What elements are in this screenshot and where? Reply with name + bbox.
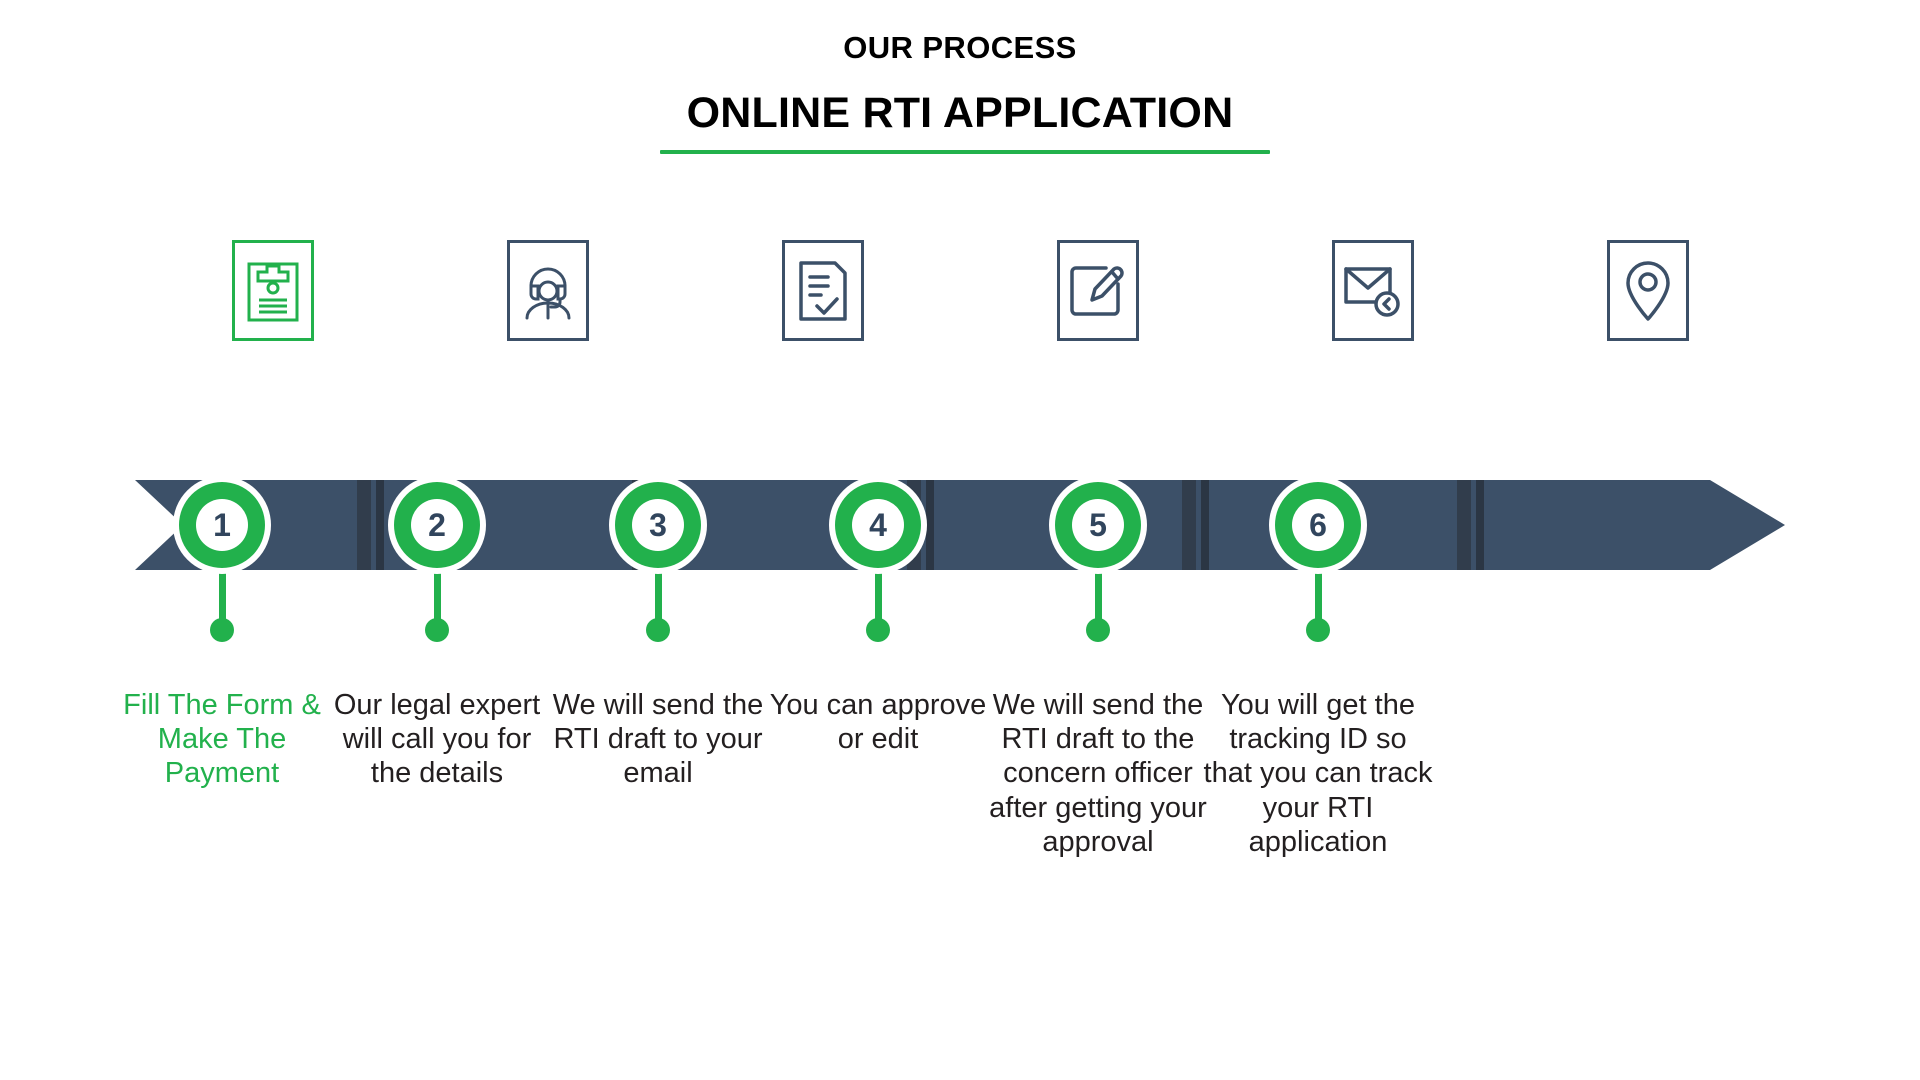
edit-pencil-square-icon xyxy=(1068,260,1128,322)
step-connector-dot-1 xyxy=(210,618,234,642)
step-caption-6: You will get the tracking ID so that you… xyxy=(1203,689,1433,858)
document-checkmark-icon xyxy=(795,259,851,323)
step-number-1: 1 xyxy=(196,499,248,551)
step-icon-box-1[interactable] xyxy=(231,240,314,341)
process-infographic: OUR PROCESS ONLINE RTI APPLICATION 1 Fil… xyxy=(0,0,1920,1080)
step-marker-3[interactable]: 3 xyxy=(615,482,701,568)
step-icon-box-3[interactable] xyxy=(781,240,864,341)
step-caption-2: Our legal expert will call you for the d… xyxy=(333,689,541,790)
step-icon-box-6[interactable] xyxy=(1606,240,1689,341)
step-number-3: 3 xyxy=(632,499,684,551)
step-connector-dot-2 xyxy=(425,618,449,642)
step-marker-1[interactable]: 1 xyxy=(179,482,265,568)
eyebrow-heading: OUR PROCESS xyxy=(843,30,1077,65)
support-agent-headset-icon xyxy=(519,260,577,322)
step-caption-5: We will send the RTI draft to the concer… xyxy=(989,689,1207,858)
clipboard-form-icon xyxy=(245,258,301,324)
envelope-send-icon xyxy=(1342,263,1404,319)
step-number-6: 6 xyxy=(1292,499,1344,551)
step-marker-6[interactable]: 6 xyxy=(1275,482,1361,568)
step-number-2: 2 xyxy=(411,499,463,551)
step-connector-dot-5 xyxy=(1086,618,1110,642)
title-underline xyxy=(660,150,1270,154)
location-pin-tracking-icon xyxy=(1624,259,1672,323)
step-caption-4: You can approve or edit xyxy=(769,689,987,756)
step-marker-4[interactable]: 4 xyxy=(835,482,921,568)
step-connector-dot-6 xyxy=(1306,618,1330,642)
step-icon-box-5[interactable] xyxy=(1331,240,1414,341)
step-connector-dot-3 xyxy=(646,618,670,642)
step-icon-box-2[interactable] xyxy=(506,240,589,341)
step-icon-box-4[interactable] xyxy=(1056,240,1139,341)
step-marker-2[interactable]: 2 xyxy=(394,482,480,568)
step-caption-3: We will send the RTI draft to your email xyxy=(552,689,764,790)
step-caption-1: Fill The Form & Make The Payment xyxy=(123,689,321,790)
step-marker-5[interactable]: 5 xyxy=(1055,482,1141,568)
step-column-6 xyxy=(1510,230,1785,830)
step-number-4: 4 xyxy=(852,499,904,551)
page-title: ONLINE RTI APPLICATION xyxy=(686,89,1234,137)
step-number-5: 5 xyxy=(1072,499,1124,551)
step-connector-dot-4 xyxy=(866,618,890,642)
